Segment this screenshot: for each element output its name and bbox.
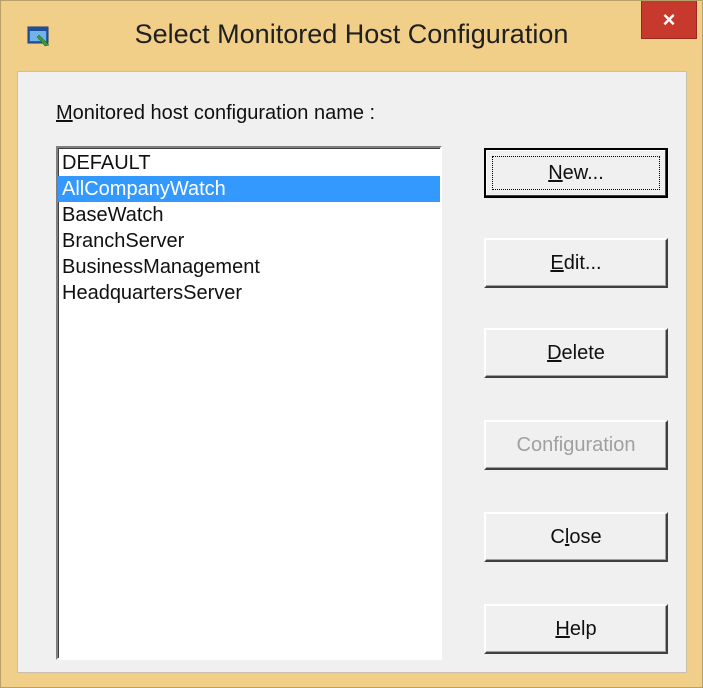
list-item[interactable]: BusinessManagement (58, 254, 440, 280)
help-accel: H (555, 617, 570, 640)
window-title: Select Monitored Host Configuration (134, 19, 569, 49)
configuration-label: Configuration (516, 433, 636, 456)
help-label: elp (569, 617, 597, 640)
focus-rect (492, 156, 660, 190)
dialog-client-area: Monitored host configuration name : DEFA… (17, 71, 687, 673)
edit-accel: E (550, 251, 564, 274)
delete-label: elete (561, 341, 605, 364)
configuration-listbox[interactable]: DEFAULT AllCompanyWatch BaseWatch BranchSer… (56, 146, 442, 660)
new-button[interactable]: New... (484, 148, 668, 198)
list-item[interactable]: BranchServer (58, 228, 440, 254)
list-item[interactable]: DEFAULT (58, 150, 440, 176)
close-label: ose (569, 525, 602, 548)
label-accel: M (56, 102, 73, 124)
close-window-button[interactable]: × (641, 1, 697, 39)
close-pre: C (550, 525, 565, 548)
label-text: onitored host configuration name : (72, 102, 376, 124)
list-items: DEFAULT AllCompanyWatch BaseWatch BranchSer… (58, 148, 440, 306)
dialog-window: Select Monitored Host Configuration × Mo… (0, 0, 703, 688)
title-bar[interactable]: Select Monitored Host Configuration × (1, 1, 702, 73)
delete-accel: D (547, 341, 562, 364)
list-item[interactable]: BaseWatch (58, 202, 440, 228)
configuration-button[interactable]: Configuration (484, 420, 668, 470)
list-label: Monitored host configuration name : (56, 102, 375, 125)
help-button[interactable]: Help (484, 604, 668, 654)
list-item[interactable]: AllCompanyWatch (58, 176, 440, 202)
close-button[interactable]: Cl ose (484, 512, 668, 562)
edit-button[interactable]: Edit... (484, 238, 668, 288)
close-icon: × (662, 6, 676, 32)
list-item[interactable]: HeadquartersServer (58, 280, 440, 306)
edit-label: dit... (563, 251, 602, 274)
delete-button[interactable]: Delete (484, 328, 668, 378)
